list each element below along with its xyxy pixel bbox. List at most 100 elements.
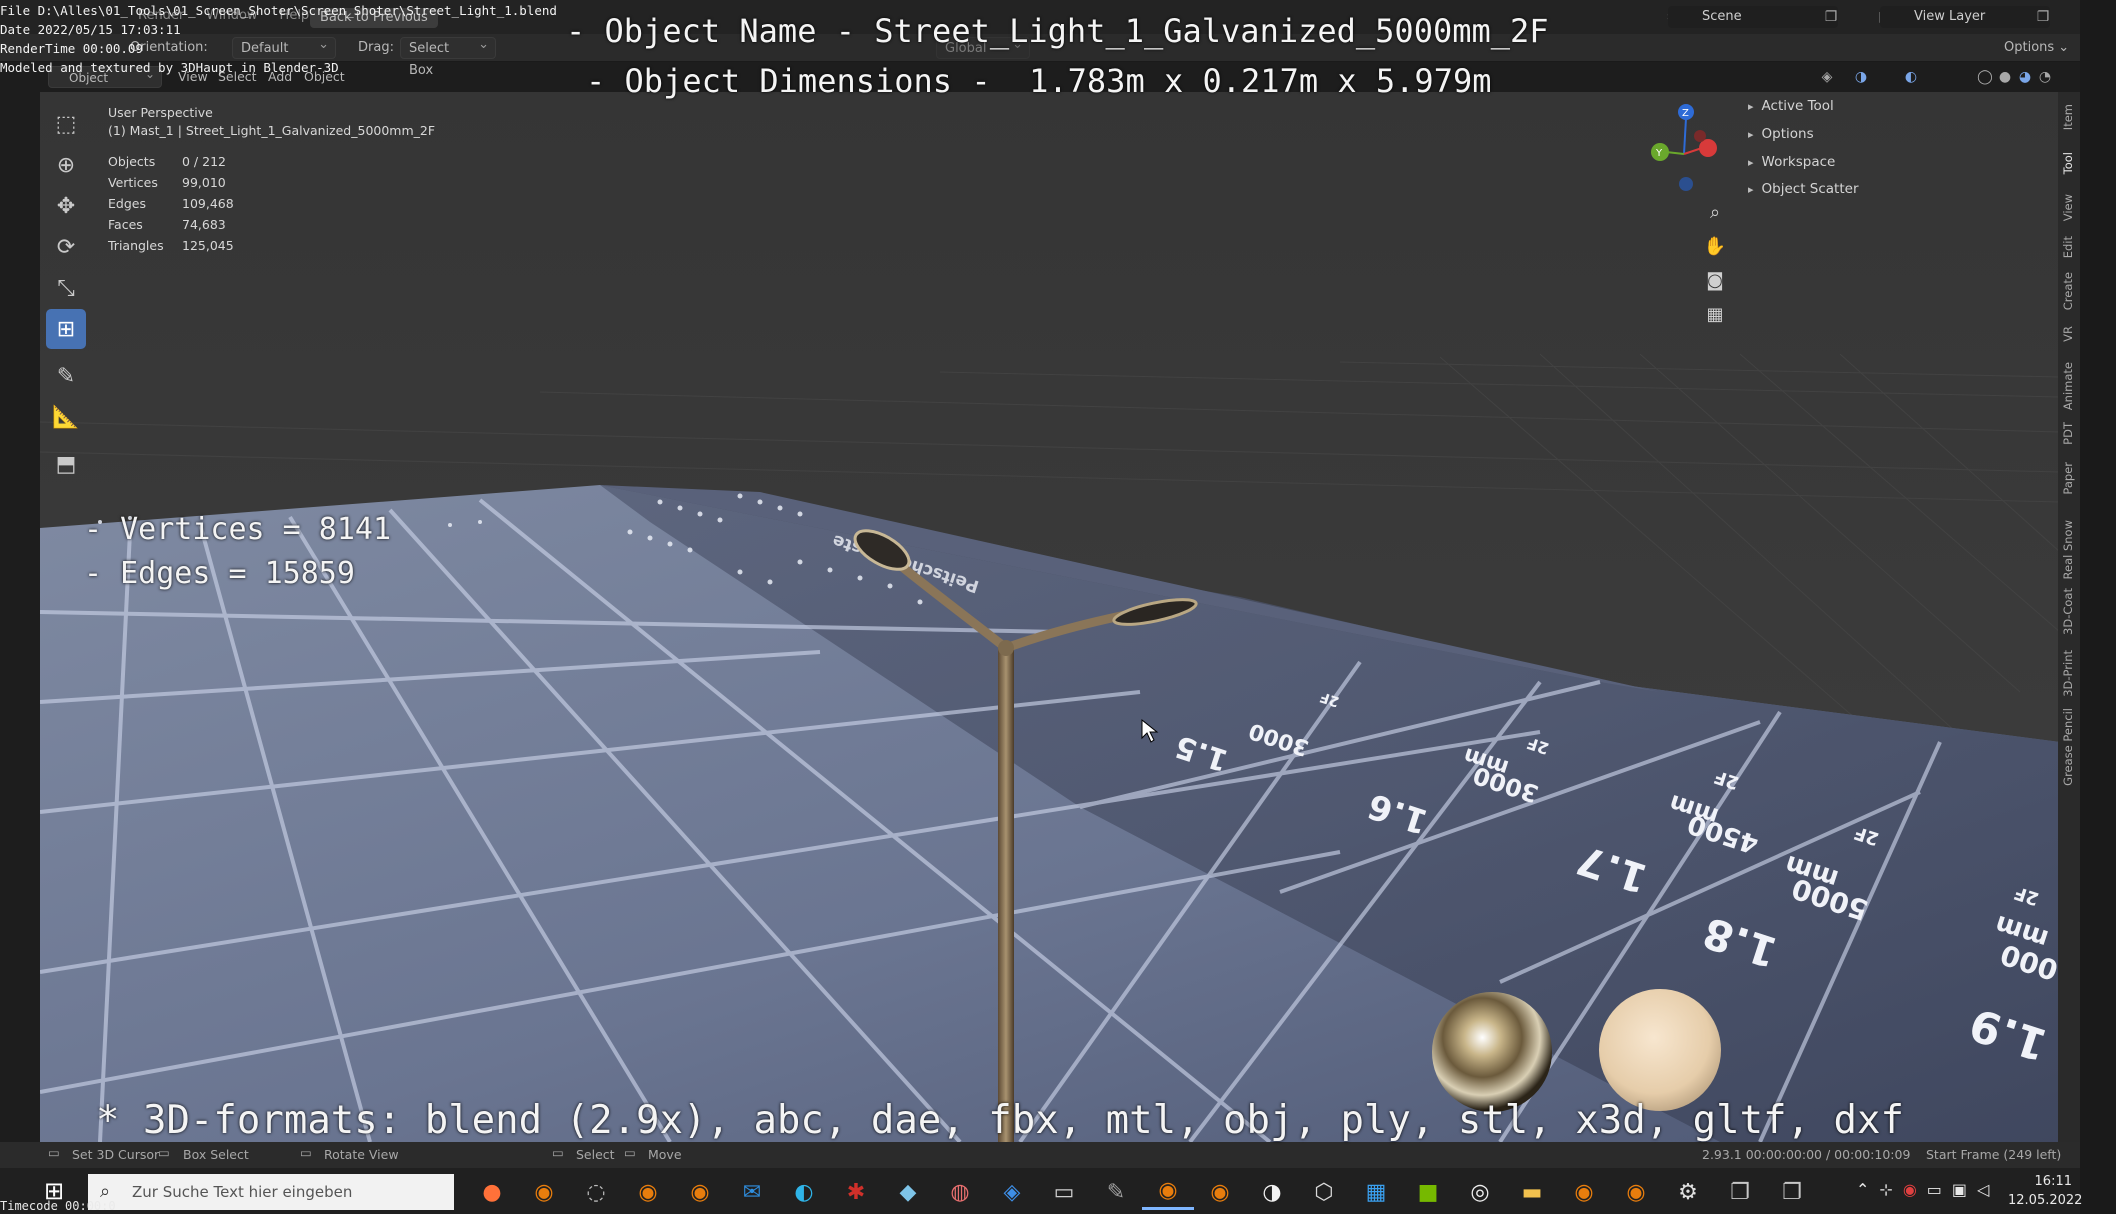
status-box-select: Box Select xyxy=(183,1147,249,1162)
settings-icon[interactable]: ⚙ xyxy=(1662,1174,1714,1210)
annotate-tool[interactable]: ✎ xyxy=(46,356,86,396)
tool-shelf: ⬚ ⊕ ✥ ⟳ ⤡ ⊞ ✎ 📐 ⬒ xyxy=(46,104,86,485)
show-gizmo-icon[interactable]: ◈ xyxy=(1818,68,1836,86)
sidebar-tab-pdt[interactable]: PDT xyxy=(2061,422,2075,445)
sidebar-tab-create[interactable]: Create xyxy=(2061,272,2075,310)
add-cube-tool[interactable]: ⬒ xyxy=(46,444,86,484)
sidebar-panel: Active Tool Options Workspace Object Sca… xyxy=(1740,92,2060,204)
sidebar-tab-vr[interactable]: VR xyxy=(2061,326,2075,342)
new-scene-icon[interactable]: ❐ xyxy=(1822,8,1840,26)
blender-icon[interactable]: ◉ xyxy=(674,1174,726,1210)
transform-tool[interactable]: ⊞ xyxy=(46,309,86,349)
3d-viewport[interactable]: Peitschenmaste 1.5 3000 2F 1.6 3000 mm 2… xyxy=(40,92,2060,1142)
calendar-icon[interactable]: ▦ xyxy=(1350,1174,1402,1210)
firefox-icon[interactable]: ● xyxy=(466,1174,518,1210)
mouse-middle-icon: ▭ xyxy=(300,1145,312,1160)
xray-icon[interactable]: ◐ xyxy=(1902,68,1920,86)
sidebar-tab-item[interactable]: Item xyxy=(2061,104,2075,130)
sidebar-tab-edit[interactable]: Edit xyxy=(2061,236,2075,258)
status-set-cursor: Set 3D Cursor xyxy=(72,1147,160,1162)
show-overlays-icon[interactable]: ◑ xyxy=(1852,68,1870,86)
blender-icon[interactable]: ◉ xyxy=(1558,1174,1610,1210)
sidebar-tab-3d-print[interactable]: 3D-Print xyxy=(2061,650,2075,697)
new-view-layer-icon[interactable]: ❐ xyxy=(2034,8,2052,26)
stat-value: 125,045 xyxy=(182,238,234,253)
taskbar-search-input[interactable]: ⌕ Zur Suche Text hier eingeben xyxy=(88,1174,454,1210)
camera-view-icon[interactable]: ◙ xyxy=(1702,268,1728,294)
app-blue-icon[interactable]: ◈ xyxy=(986,1174,1038,1210)
status-rotate-view: Rotate View xyxy=(324,1147,399,1162)
volume-icon[interactable]: ◁ xyxy=(1977,1180,1989,1199)
sidebar-tab-view[interactable]: View xyxy=(2061,194,2075,221)
sidebar-tab-real-snow[interactable]: Real Snow xyxy=(2061,520,2075,579)
move-tool[interactable]: ✥ xyxy=(46,186,86,226)
app-window-icon[interactable]: ❐ xyxy=(1714,1174,1766,1210)
zoom-icon[interactable]: ⌕ xyxy=(1702,200,1728,226)
obs-icon[interactable]: ◎ xyxy=(1454,1174,1506,1210)
terminal-icon[interactable]: ▭ xyxy=(1038,1174,1090,1210)
sidebar-tab-paper[interactable]: Paper xyxy=(2061,462,2075,495)
status-start-frame: Start Frame (249 left) xyxy=(1926,1147,2062,1162)
rotate-tool[interactable]: ⟳ xyxy=(46,227,86,267)
ortho-grid-icon[interactable]: ▦ xyxy=(1702,302,1728,328)
taskbar-clock[interactable]: 16:11 12.05.2022 xyxy=(2008,1172,2082,1210)
pan-hand-icon[interactable]: ✋ xyxy=(1702,234,1728,260)
blender-icon[interactable]: ◉ xyxy=(1194,1174,1246,1210)
taskbar-apps: ● ◉ ◌ ◉ ◉ ✉ ◐ ✱ ◆ ◍ ◈ ▭ ✎ ◉ ◉ ◑ ⬡ ▦ ■ ◎ ▬ ◉ ◉ ⚙ ❐ ❐ xyxy=(466,1174,1818,1210)
blender-icon[interactable]: ◉ xyxy=(622,1174,674,1210)
view-layer-selector[interactable]: View Layer xyxy=(1880,6,2050,28)
select-tool[interactable]: ⬚ xyxy=(46,104,86,144)
app-tool-icon[interactable]: ✎ xyxy=(1090,1174,1142,1210)
scene-statistics: Objects 0 / 212 Vertices 99,010 Edges 109,468… xyxy=(108,154,234,259)
battery-icon[interactable]: ▭ xyxy=(1927,1180,1942,1199)
shading-wireframe-icon[interactable]: ◯ xyxy=(1976,68,1994,86)
search-placeholder: Zur Suche Text hier eingeben xyxy=(132,1183,353,1201)
folder-icon[interactable]: ▬ xyxy=(1506,1174,1558,1210)
options-label: Options xyxy=(2004,40,2055,55)
scene-selector[interactable]: Scene xyxy=(1668,6,1838,28)
sidebar-tab-grease-pencil[interactable]: Grease Pencil xyxy=(2061,708,2075,786)
sidebar-tab-3d-coat[interactable]: 3D-Coat xyxy=(2061,588,2075,635)
mail-icon[interactable]: ✉ xyxy=(726,1174,778,1210)
cursor-arrow-icon: ⬚ xyxy=(55,111,77,137)
network-icon[interactable]: ⊹ xyxy=(1879,1180,1892,1199)
sidebar-tab-tool[interactable]: Tool xyxy=(2061,152,2075,174)
move-arrows-icon: ✥ xyxy=(56,193,76,219)
scale-tool[interactable]: ⤡ xyxy=(46,268,86,308)
blender-active-icon[interactable]: ◉ xyxy=(1142,1174,1194,1210)
app-red-icon[interactable]: ✱ xyxy=(830,1174,882,1210)
shading-solid-icon[interactable]: ● xyxy=(1996,68,2014,86)
status-select: Select xyxy=(576,1147,615,1162)
matte-sphere xyxy=(1599,989,1721,1111)
shading-rendered-icon[interactable]: ◔ xyxy=(2036,68,2054,86)
app-circle-icon[interactable]: ◌ xyxy=(570,1174,622,1210)
measure-tool[interactable]: 📐 xyxy=(46,397,86,437)
panda-icon[interactable]: ◑ xyxy=(1246,1174,1298,1210)
app-tray-icon[interactable]: ◉ xyxy=(1903,1180,1917,1199)
blender-icon[interactable]: ◉ xyxy=(1610,1174,1662,1210)
panel-object-scatter[interactable]: Object Scatter xyxy=(1748,181,1859,197)
blender-icon[interactable]: ◉ xyxy=(518,1174,570,1210)
stat-row: Edges 109,468 xyxy=(108,196,234,217)
nvidia-icon[interactable]: ■ xyxy=(1402,1174,1454,1210)
viewport-scene: Peitschenmaste 1.5 3000 2F 1.6 3000 mm 2… xyxy=(40,92,2060,1142)
tray-app-icon[interactable]: ▣ xyxy=(1952,1180,1967,1199)
app-paint-icon[interactable]: ◍ xyxy=(934,1174,986,1210)
options-dropdown[interactable]: Options ⌄ xyxy=(2004,37,2069,59)
app-window-icon[interactable]: ❐ xyxy=(1766,1174,1818,1210)
shading-material-icon[interactable]: ◕ xyxy=(2016,68,2034,86)
panel-options[interactable]: Options xyxy=(1748,126,1814,142)
edge-icon[interactable]: ◐ xyxy=(778,1174,830,1210)
cursor-tool[interactable]: ⊕ xyxy=(46,145,86,185)
panel-workspace[interactable]: Workspace xyxy=(1748,154,1836,170)
mouse-left-icon: ▭ xyxy=(48,1145,60,1160)
panel-active-tool[interactable]: Active Tool xyxy=(1748,98,1834,114)
stat-row: Triangles 125,045 xyxy=(108,238,234,259)
svg-text:Y: Y xyxy=(1655,148,1663,159)
app-cube-icon[interactable]: ◆ xyxy=(882,1174,934,1210)
sidebar-tab-animate[interactable]: Animate xyxy=(2061,362,2075,410)
stat-value: 109,468 xyxy=(182,196,234,211)
chevron-up-icon[interactable]: ⌃ xyxy=(1856,1180,1869,1199)
rendertime-line: RenderTime 00:00.09 xyxy=(0,41,143,56)
cube-app-icon[interactable]: ⬡ xyxy=(1298,1174,1350,1210)
